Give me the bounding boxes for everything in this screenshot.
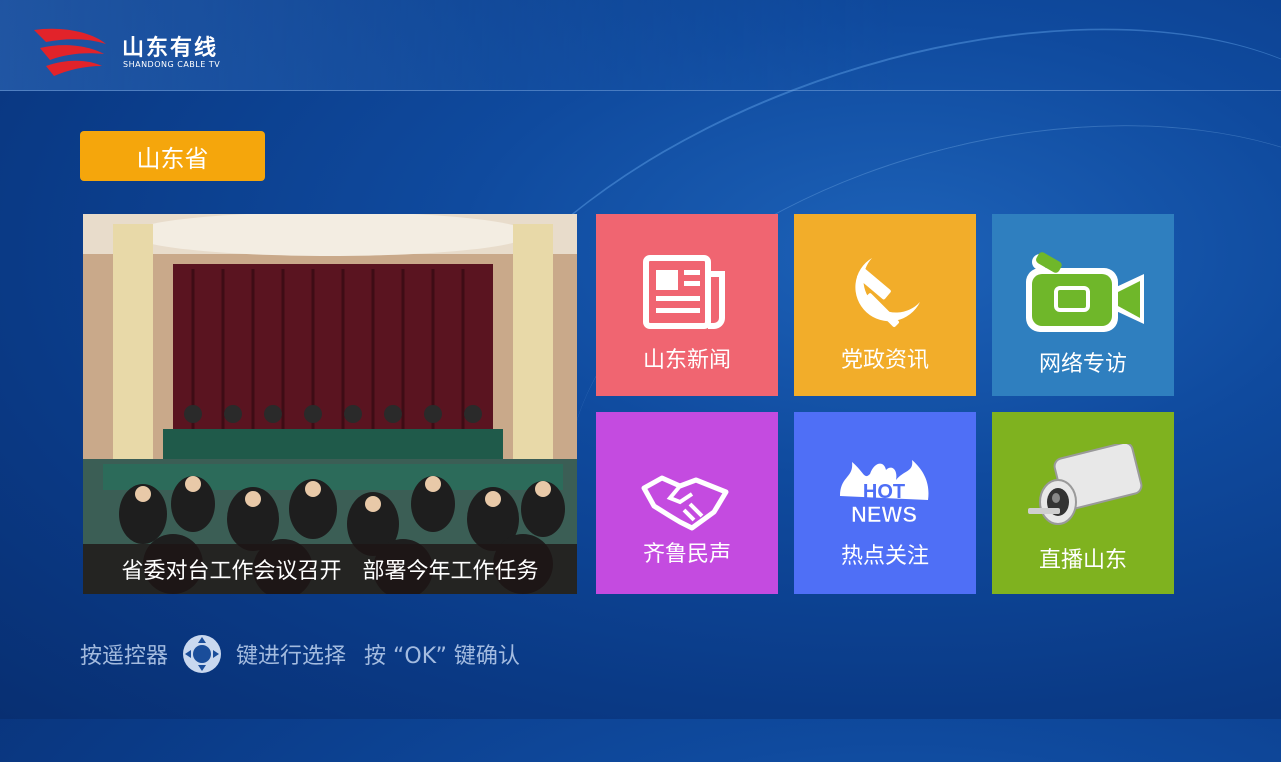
tile-qilu-voice[interactable]: 齐鲁民声 — [596, 412, 778, 594]
featured-news-card[interactable]: 省委对台工作会议召开 部署今年工作任务 — [83, 214, 577, 594]
tile-party-news[interactable]: 党政资讯 — [794, 214, 976, 396]
video-camera-icon — [1026, 252, 1144, 332]
hammer-sickle-icon — [855, 258, 920, 327]
tile-label: 网络专访 — [1038, 352, 1127, 377]
tile-label: 党政资讯 — [840, 348, 929, 373]
hint-text: 按遥控器 — [80, 644, 169, 669]
tile-hot-topics[interactable]: HOT NEWS 热点关注 — [794, 412, 976, 594]
app-header: 山东有线 SHANDONG CABLE TV — [0, 0, 1281, 91]
hint-text: 按 “OK” 键确认 — [364, 644, 520, 669]
svg-text:NEWS: NEWS — [851, 502, 917, 526]
handshake-icon — [641, 475, 729, 531]
tile-label: 热点关注 — [840, 544, 929, 569]
dpad-icon — [183, 635, 222, 673]
tile-online-interview[interactable]: 网络专访 — [992, 214, 1174, 396]
tile-label: 直播山东 — [1038, 548, 1127, 573]
hint-text: 键进行选择 — [236, 644, 347, 669]
hot-news-icon: HOT NEWS — [840, 460, 929, 526]
tile-live-shandong[interactable]: 直播山东 — [992, 412, 1174, 594]
background-swoosh — [510, 38, 1281, 762]
shandong-cable-logo-icon — [34, 28, 106, 76]
brand-name-en: SHANDONG CABLE TV — [123, 60, 221, 69]
brand-name: 山东有线 — [122, 36, 219, 61]
cctv-camera-icon — [1028, 444, 1143, 525]
remote-control-hint: 按遥控器 键进行选择 按 “OK” 键确认 — [80, 635, 520, 673]
svg-text:HOT: HOT — [863, 481, 905, 503]
tile-label: 齐鲁民声 — [642, 542, 731, 567]
featured-news-caption: 省委对台工作会议召开 部署今年工作任务 — [83, 544, 577, 594]
region-select-button[interactable]: 山东省 — [80, 131, 265, 181]
tile-shandong-news[interactable]: 山东新闻 — [596, 214, 778, 396]
tile-label: 山东新闻 — [642, 348, 731, 373]
meeting-photo — [83, 214, 577, 594]
newspaper-icon — [643, 255, 725, 329]
